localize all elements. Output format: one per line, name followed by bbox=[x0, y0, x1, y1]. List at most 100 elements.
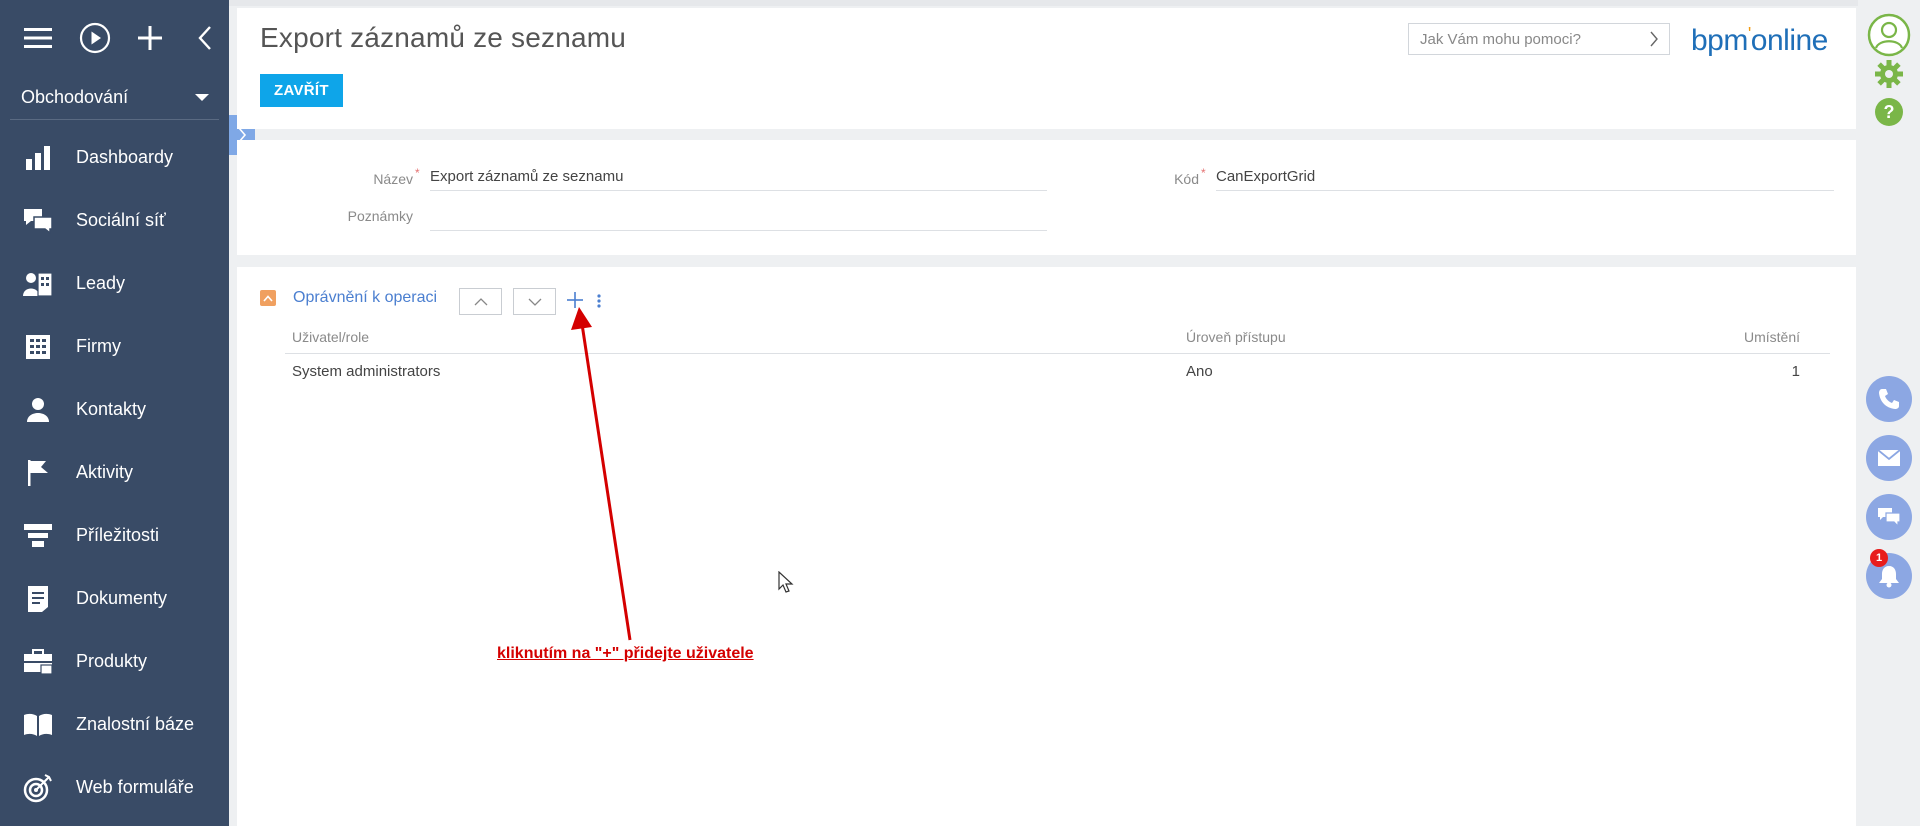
cell-position: 1 bbox=[1791, 363, 1800, 380]
play-icon[interactable] bbox=[71, 14, 120, 62]
chevron-down-icon bbox=[195, 93, 209, 101]
book-icon bbox=[23, 710, 53, 740]
person-icon bbox=[23, 395, 53, 425]
column-header-access-level[interactable]: Úroveň přístupu bbox=[1186, 329, 1286, 345]
sidebar-item-label: Kontakty bbox=[76, 399, 147, 419]
notifications-button[interactable]: 1 bbox=[1866, 549, 1912, 599]
target-icon bbox=[23, 773, 53, 803]
notification-badge: 1 bbox=[1870, 549, 1888, 567]
chevron-down-icon bbox=[528, 298, 541, 306]
envelope-icon bbox=[1877, 449, 1901, 466]
sidebar-item-label: Dokumenty bbox=[76, 588, 168, 608]
flag-icon bbox=[23, 458, 53, 488]
move-down-button[interactable] bbox=[513, 288, 556, 315]
sidebar-item-kontakty[interactable]: Kontakty bbox=[0, 378, 229, 441]
header-panel: Export záznamů ze seznamu ZAVŘÍT Jak Vám… bbox=[237, 8, 1856, 129]
collapse-icon[interactable] bbox=[260, 290, 276, 306]
more-actions-button[interactable] bbox=[592, 288, 606, 314]
detail-header: Oprávnění k operaci bbox=[260, 289, 437, 307]
sidebar-item-dokumenty[interactable]: Dokumenty bbox=[0, 567, 229, 630]
column-header-position[interactable]: Umístění bbox=[1744, 329, 1800, 345]
profile-button[interactable] bbox=[1866, 12, 1912, 58]
question-icon: ? bbox=[1875, 98, 1903, 126]
cell-access-level: Ano bbox=[1186, 363, 1213, 380]
sidebar-item-label: Aktivity bbox=[76, 462, 134, 482]
help-button[interactable]: ? bbox=[1866, 94, 1912, 130]
name-field[interactable]: Export záznamů ze seznamu bbox=[430, 168, 1047, 191]
notes-field[interactable] bbox=[430, 206, 1047, 231]
menu-icon[interactable] bbox=[14, 14, 63, 62]
cell-user: System administrators bbox=[292, 363, 441, 380]
briefcase-icon bbox=[23, 647, 53, 677]
svg-text:?: ? bbox=[1884, 102, 1895, 122]
sidebar-item-label: Sociální síť bbox=[76, 210, 166, 230]
sidebar-item-label: Firmy bbox=[76, 336, 121, 356]
table-row[interactable]: System administrators Ano 1 bbox=[285, 363, 1830, 389]
workplace-selector[interactable]: Obchodování bbox=[10, 75, 219, 120]
sidebar-item-znalostni-baze[interactable]: Znalostní báze bbox=[0, 693, 229, 756]
code-field[interactable]: CanExportGrid bbox=[1216, 168, 1834, 191]
settings-button[interactable] bbox=[1866, 56, 1912, 92]
detail-panel: Oprávnění k operaci Uživatel/role Úroveň… bbox=[237, 267, 1856, 826]
sidebar-item-leady[interactable]: Leady bbox=[0, 252, 229, 315]
page-title: Export záznamů ze seznamu bbox=[260, 22, 627, 53]
column-header-user[interactable]: Uživatel/role bbox=[292, 329, 369, 345]
bar-chart-icon bbox=[23, 143, 53, 173]
chat-icon bbox=[1878, 508, 1901, 527]
grid-header: Uživatel/role Úroveň přístupu Umístění bbox=[285, 329, 1830, 354]
bpmonline-logo: bpm'online bbox=[1691, 24, 1828, 58]
sidebar-item-dashboardy[interactable]: Dashboardy bbox=[0, 126, 229, 189]
sidebar-item-label: Leady bbox=[76, 273, 126, 293]
sidebar: Obchodování Dashboardy Sociální síť Lead… bbox=[0, 0, 229, 826]
sidebar-item-label: Produkty bbox=[76, 651, 148, 671]
call-button[interactable] bbox=[1866, 376, 1912, 422]
chat-button[interactable] bbox=[1866, 494, 1912, 540]
workplace-label: Obchodování bbox=[21, 86, 129, 107]
leads-icon bbox=[23, 269, 53, 299]
back-icon[interactable] bbox=[180, 14, 229, 62]
close-button[interactable]: ZAVŘÍT bbox=[260, 74, 343, 107]
sidebar-nav: Dashboardy Sociální síť Leady Firmy Kont… bbox=[0, 126, 229, 819]
plus-icon bbox=[567, 292, 583, 308]
add-icon[interactable] bbox=[126, 14, 175, 62]
notes-label: Poznámky bbox=[347, 208, 413, 224]
document-icon bbox=[23, 584, 53, 614]
detail-title[interactable]: Oprávnění k operaci bbox=[293, 289, 437, 307]
chat-bubbles-icon bbox=[23, 206, 53, 236]
sidebar-item-label: Znalostní báze bbox=[76, 714, 195, 734]
bell-icon bbox=[1879, 566, 1899, 588]
chevron-up-icon bbox=[474, 297, 487, 305]
help-search-input[interactable]: Jak Vám mohu pomoci? bbox=[1408, 23, 1670, 55]
user-avatar-icon bbox=[1867, 13, 1911, 57]
sidebar-item-produkty[interactable]: Produkty bbox=[0, 630, 229, 693]
phone-icon bbox=[1879, 389, 1899, 409]
required-marker: * bbox=[1201, 166, 1206, 180]
building-icon bbox=[23, 332, 53, 362]
mouse-cursor-icon bbox=[778, 571, 794, 593]
chevron-right-icon bbox=[1650, 31, 1658, 47]
annotation-text: kliknutím na "+" přidejte uživatele bbox=[497, 645, 754, 662]
sidebar-item-firmy[interactable]: Firmy bbox=[0, 315, 229, 378]
sidebar-item-aktivity[interactable]: Aktivity bbox=[0, 441, 229, 504]
right-rail: ? 1 bbox=[1858, 0, 1920, 826]
sidebar-item-label: Dashboardy bbox=[76, 147, 174, 167]
sidebar-item-label: Příležitosti bbox=[76, 525, 160, 545]
sidebar-toolbar bbox=[0, 0, 229, 75]
form-panel: Název * Export záznamů ze seznamu Poznám… bbox=[237, 140, 1856, 255]
more-vertical-icon bbox=[597, 294, 601, 308]
gear-icon bbox=[1875, 60, 1903, 88]
help-search-placeholder: Jak Vám mohu pomoci? bbox=[1420, 30, 1581, 48]
add-record-button[interactable] bbox=[563, 287, 587, 313]
sidebar-item-socialni-sit[interactable]: Sociální síť bbox=[0, 189, 229, 252]
top-strip bbox=[0, 0, 1920, 6]
required-marker: * bbox=[415, 166, 420, 180]
email-button[interactable] bbox=[1866, 435, 1912, 481]
sidebar-item-label: Web formuláře bbox=[76, 777, 194, 797]
sidebar-item-web-formulare[interactable]: Web formuláře bbox=[0, 756, 229, 819]
logo-text: bpm bbox=[1691, 24, 1748, 57]
code-label: Kód bbox=[1174, 171, 1199, 187]
logo-text2: online bbox=[1750, 24, 1829, 57]
move-up-button[interactable] bbox=[459, 288, 502, 315]
name-label: Název bbox=[373, 171, 413, 187]
sidebar-item-prilezitosti[interactable]: Příležitosti bbox=[0, 504, 229, 567]
